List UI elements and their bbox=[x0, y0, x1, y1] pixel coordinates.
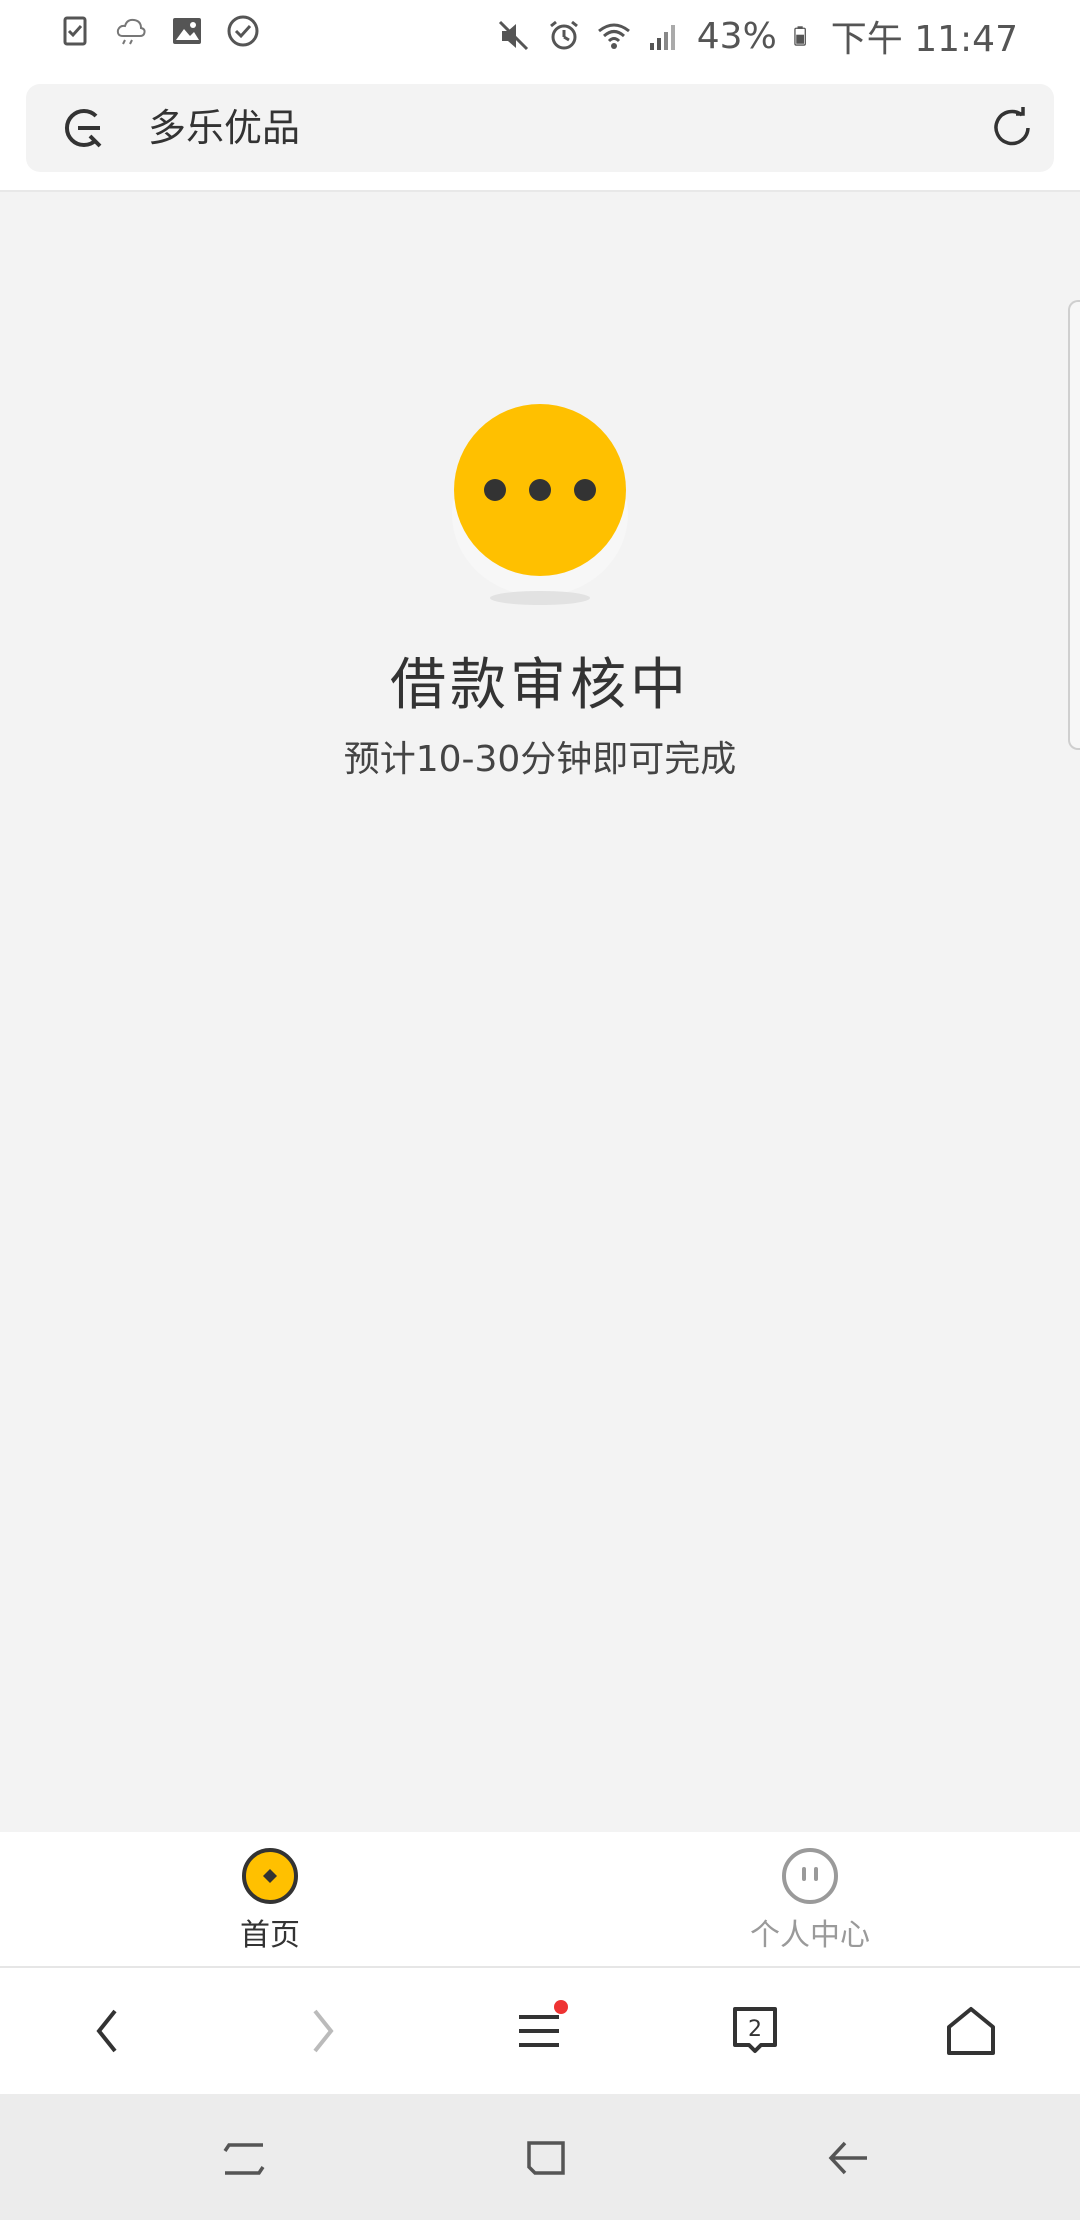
system-home-button[interactable] bbox=[516, 2128, 576, 2188]
system-back-button[interactable] bbox=[818, 2128, 878, 2188]
recent-apps-icon bbox=[223, 2143, 265, 2175]
wifi-icon bbox=[597, 23, 630, 49]
tab-count: 2 bbox=[748, 2017, 762, 2042]
weather-notification-icon bbox=[116, 18, 146, 45]
url-field[interactable]: 多乐优品 bbox=[26, 84, 1054, 172]
app-tab-bar: 首页 个人中心 bbox=[0, 1832, 1080, 1968]
tabs-icon: 2 bbox=[733, 2007, 777, 2053]
check-notification-icon bbox=[227, 15, 259, 47]
refresh-icon[interactable] bbox=[986, 102, 1038, 154]
page-content: 借款审核中 预计10-30分钟即可完成 bbox=[0, 192, 1080, 1832]
tabs-button[interactable]: 2 bbox=[720, 1996, 790, 2066]
square-home-icon bbox=[527, 2141, 565, 2175]
status-bar: 43% 下午 11:47 bbox=[0, 0, 1080, 64]
alarm-icon bbox=[549, 20, 578, 50]
review-status-subtitle: 预计10-30分钟即可完成 bbox=[343, 739, 737, 780]
chevron-right-icon bbox=[313, 2009, 334, 2053]
recent-apps-button[interactable] bbox=[214, 2128, 274, 2188]
clock: 下午 11:47 bbox=[830, 19, 1018, 60]
chevron-left-icon bbox=[96, 2009, 117, 2053]
tab-home[interactable]: 首页 bbox=[0, 1832, 540, 1968]
battery-percentage: 43% bbox=[696, 15, 777, 57]
menu-icon bbox=[519, 2000, 568, 2047]
arrow-left-icon bbox=[828, 2141, 867, 2175]
pending-review-icon bbox=[452, 404, 628, 605]
forward-button[interactable] bbox=[288, 1996, 358, 2066]
menu-button[interactable] bbox=[504, 1996, 574, 2066]
task-notification-icon bbox=[63, 16, 87, 46]
back-button[interactable] bbox=[72, 1996, 142, 2066]
browser-address-bar: 多乐优品 bbox=[0, 64, 1080, 192]
page-title: 多乐优品 bbox=[148, 106, 301, 150]
profile-face-icon bbox=[782, 1848, 838, 1904]
tab-profile[interactable]: 个人中心 bbox=[540, 1832, 1080, 1968]
gallery-notification-icon bbox=[173, 18, 201, 44]
tab-home-label: 首页 bbox=[240, 1918, 300, 1953]
tab-profile-label: 个人中心 bbox=[750, 1918, 870, 1953]
review-status-title: 借款审核中 bbox=[390, 653, 690, 718]
home-button[interactable] bbox=[936, 1996, 1006, 2066]
home-coin-icon bbox=[242, 1848, 298, 1904]
battery-icon bbox=[794, 26, 806, 46]
site-info-icon[interactable] bbox=[56, 102, 108, 154]
notification-dot bbox=[554, 2000, 568, 2014]
home-icon bbox=[947, 2007, 995, 2055]
mute-icon bbox=[498, 20, 528, 51]
system-navigation-bar bbox=[0, 2094, 1080, 2220]
signal-icon bbox=[649, 25, 675, 50]
browser-toolbar: 2 bbox=[0, 1968, 1080, 2094]
